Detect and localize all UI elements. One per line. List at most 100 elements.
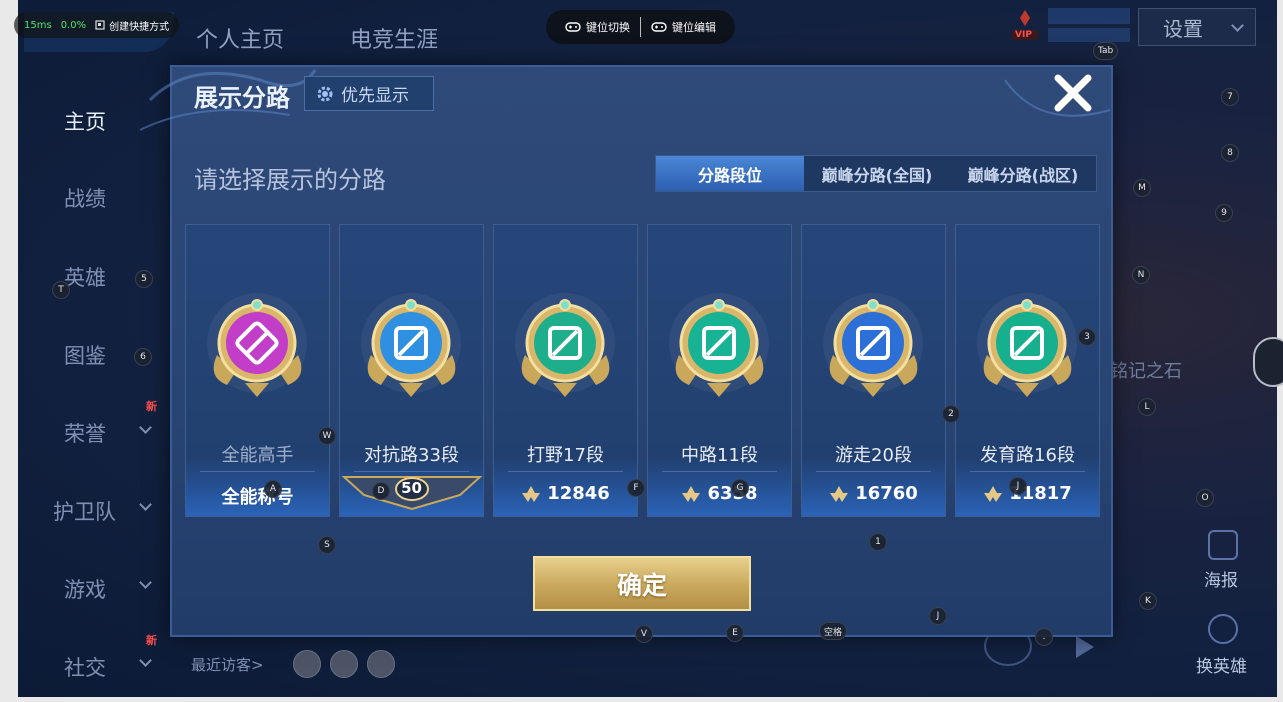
lane-tabs: 分路段位 巅峰分路(全国) 巅峰分路(战区) — [655, 155, 1097, 192]
key-hint: 1 — [869, 533, 887, 551]
memory-stone-label: 铭记之石 — [1110, 361, 1182, 382]
key-hint: T — [52, 281, 70, 299]
key-hint: 6 — [134, 348, 152, 366]
card-score: 11817 — [956, 483, 1099, 504]
sidebar-item-record[interactable]: 战绩 — [64, 183, 106, 213]
chevron-down-icon — [139, 498, 152, 511]
sidebar-item-honor[interactable]: 荣誉 — [64, 418, 106, 448]
lane-card[interactable]: 对抗路33段 50 — [339, 224, 484, 517]
key-hint: V — [635, 625, 653, 643]
chevron-down-icon — [139, 576, 152, 589]
sidebar-item-codex[interactable]: 图鉴 — [64, 340, 106, 370]
lane-card[interactable]: 中路11段 6358 — [647, 224, 792, 517]
close-icon[interactable] — [1052, 72, 1094, 114]
key-hint: 2 — [942, 405, 960, 423]
card-lane-name: 中路11段 — [681, 445, 758, 466]
new-badge: 新 — [146, 400, 157, 413]
side-scroll-handle[interactable] — [1253, 337, 1283, 387]
divider — [200, 471, 315, 472]
shortcut-icon — [95, 20, 105, 30]
key-hint: S — [318, 536, 336, 554]
chevron-down-icon — [1231, 19, 1244, 32]
key-hint: 7 — [1221, 88, 1239, 106]
avatar[interactable] — [367, 650, 395, 678]
gamepad-icon — [565, 22, 581, 32]
new-badge: 新 — [146, 634, 157, 647]
settings-button[interactable]: 设置 — [1138, 8, 1256, 46]
sidebar-item-game[interactable]: 游戏 — [64, 574, 106, 604]
tab-peak-national[interactable]: 巅峰分路(全国) — [804, 156, 950, 191]
key-hint: E — [726, 624, 744, 642]
key-edit-button[interactable]: 键位编辑 — [651, 19, 716, 35]
score-icon — [830, 485, 849, 502]
lane-emblem-icon — [515, 293, 615, 397]
key-mapping-bar: 键位切换 键位编辑 — [546, 10, 735, 44]
key-hint: L — [1138, 398, 1156, 416]
chevron-down-icon — [139, 421, 152, 434]
lane-card[interactable]: 游走20段 16760 — [801, 224, 946, 517]
lane-emblem-icon — [361, 293, 461, 397]
key-hint: 5 — [135, 270, 153, 288]
priority-display-button[interactable]: 优先显示 — [304, 76, 434, 111]
lane-emblem-icon — [669, 293, 769, 397]
tab-peak-region[interactable]: 巅峰分路(战区) — [950, 156, 1096, 191]
packet-loss-value: 0.0% — [60, 19, 87, 31]
key-hint: J — [1009, 477, 1027, 495]
recent-visitors-link[interactable]: 最近访客> — [191, 654, 264, 675]
key-hint: D — [372, 482, 390, 500]
dialog-title: 展示分路 — [194, 84, 290, 112]
divider — [970, 471, 1085, 472]
key-hint: 3 — [1078, 328, 1096, 346]
key-hint: 9 — [1215, 204, 1233, 222]
shortcut-label: 创建快捷方式 — [109, 21, 170, 33]
divider — [508, 471, 623, 472]
key-hint: N — [1132, 266, 1150, 284]
lane-emblem-icon — [977, 293, 1077, 397]
key-switch-button[interactable]: 键位切换 — [565, 19, 630, 35]
tab-lane-rank[interactable]: 分路段位 — [656, 156, 804, 191]
nav-career[interactable]: 电竞生涯 — [350, 22, 438, 54]
lane-card[interactable]: 全能高手 全能称号 — [185, 224, 330, 517]
window-frame-left — [0, 0, 18, 702]
sidebar-item-social[interactable]: 社交 — [64, 652, 106, 682]
lane-card[interactable]: 打野17段 12846 — [493, 224, 638, 517]
play-icon[interactable] — [1076, 636, 1094, 658]
avatar[interactable] — [330, 650, 358, 678]
gamepad-icon — [651, 22, 667, 32]
key-edit-label: 键位编辑 — [672, 21, 716, 34]
key-hint: Tab — [1093, 42, 1119, 60]
key-hint: 空格 — [819, 622, 848, 640]
sidebar-item-guard[interactable]: 护卫队 — [53, 496, 116, 526]
priority-label: 优先显示 — [341, 86, 409, 106]
card-score: 全能称号 — [221, 487, 294, 508]
divider — [640, 17, 641, 37]
lane-emblem-icon — [823, 293, 923, 397]
key-hint: . — [1035, 628, 1053, 646]
key-hint: W — [318, 427, 336, 445]
score-icon — [522, 485, 541, 502]
lane-emblem-icon — [207, 293, 307, 397]
divider — [354, 471, 469, 472]
key-hint: K — [1139, 592, 1157, 610]
key-hint: F — [627, 479, 645, 497]
divider — [816, 471, 931, 472]
event-banner — [1048, 8, 1130, 24]
dialog-subtitle: 请选择展示的分路 — [194, 166, 386, 194]
swap-hero-icon[interactable] — [1208, 614, 1238, 644]
key-hint: G — [731, 479, 749, 497]
shortcut-button[interactable]: 创建快捷方式 — [95, 18, 169, 33]
swap-hero-label[interactable]: 换英雄 — [1196, 652, 1247, 677]
settings-label: 设置 — [1163, 16, 1203, 41]
sidebar-item-home[interactable]: 主页 — [64, 106, 106, 136]
avatar[interactable] — [293, 650, 321, 678]
key-hint: 8 — [1221, 144, 1239, 162]
ping-value: 15ms — [24, 19, 52, 31]
confirm-button[interactable]: 确定 — [533, 556, 751, 611]
sidebar-item-heroes[interactable]: 英雄 — [64, 262, 106, 292]
card-lane-name: 游走20段 — [835, 445, 912, 466]
nav-home[interactable]: 个人主页 — [196, 22, 284, 54]
poster-label[interactable]: 海报 — [1204, 566, 1238, 591]
poster-icon[interactable] — [1208, 530, 1238, 560]
key-hint: A — [264, 480, 282, 498]
lane-card[interactable]: 发育路16段 11817 — [955, 224, 1100, 517]
